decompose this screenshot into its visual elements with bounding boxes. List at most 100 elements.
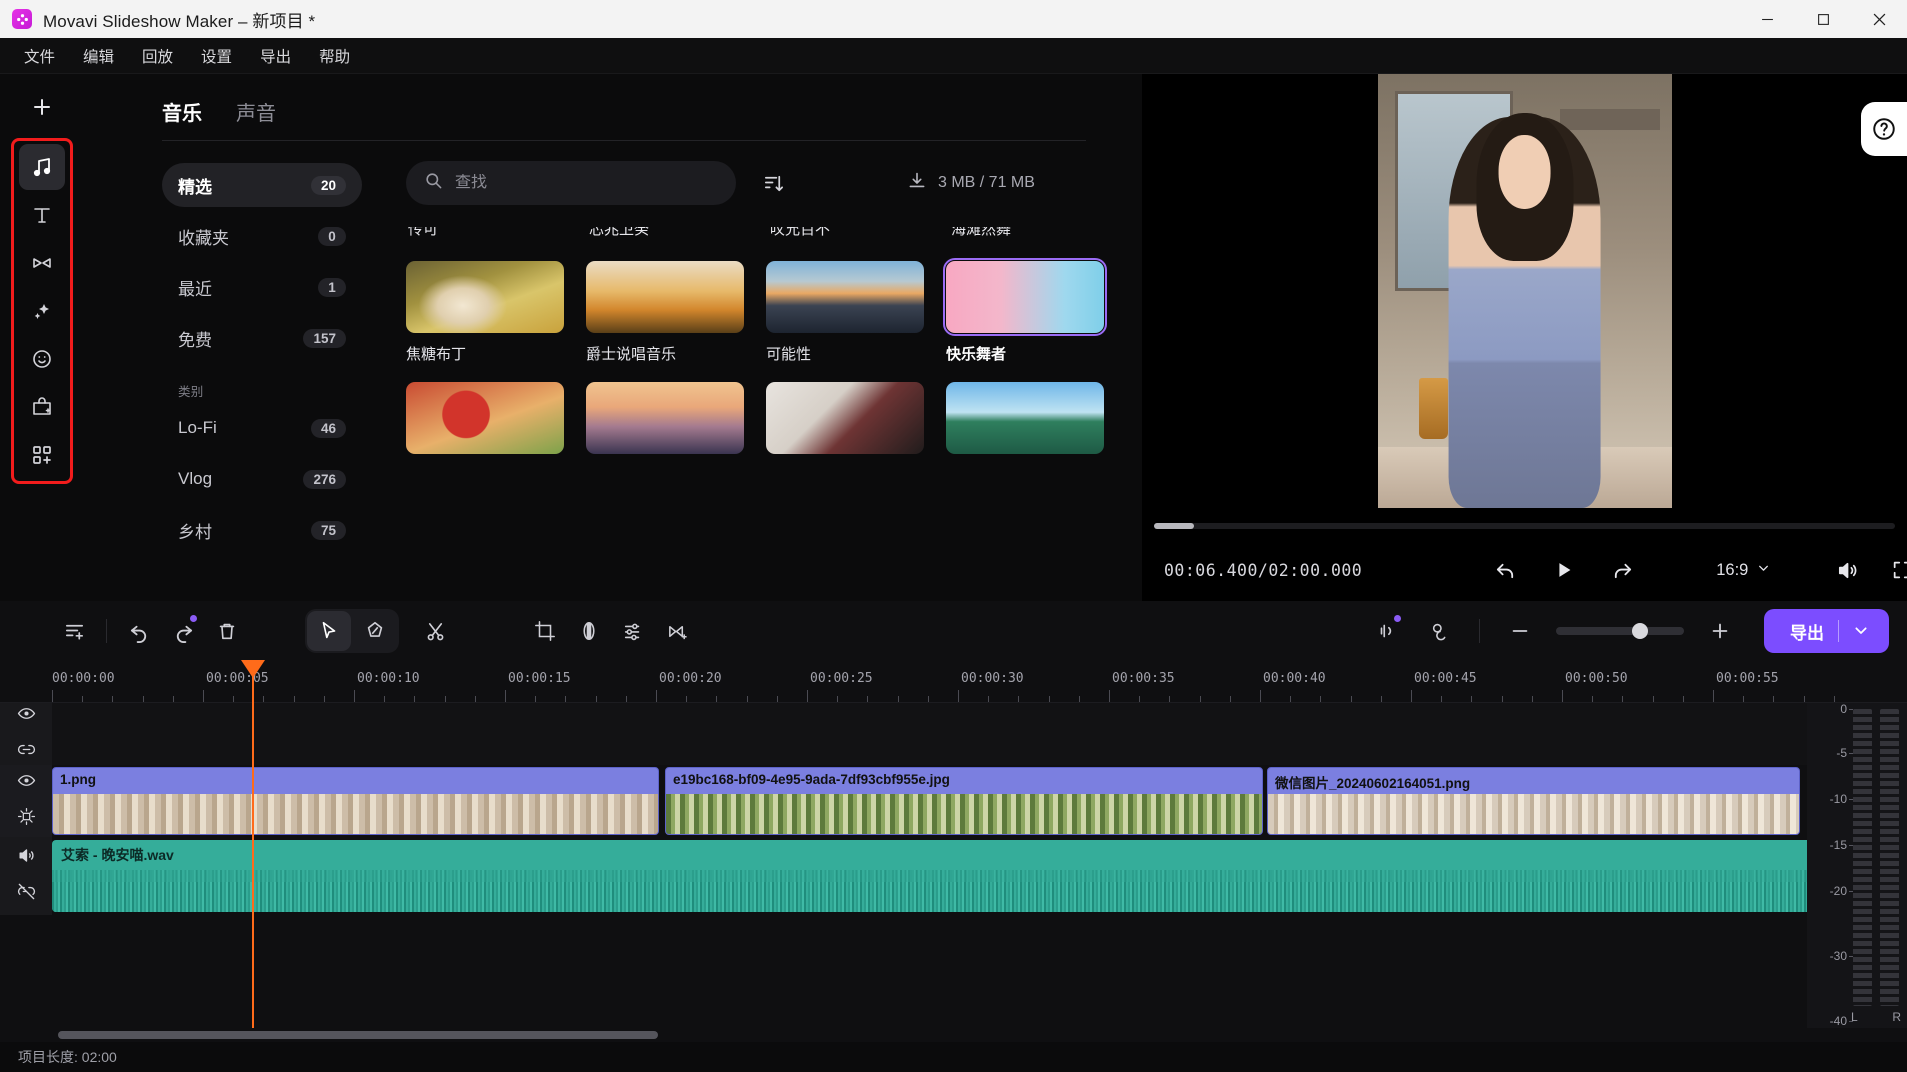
music-thumbnail[interactable] (946, 382, 1104, 454)
eye-icon[interactable] (17, 771, 36, 795)
sidebar-item-music[interactable] (19, 144, 65, 190)
export-chevron-down-icon[interactable] (1853, 623, 1883, 639)
timeline-clip[interactable]: e19bc168-bf09-4e95-9ada-7df93cbf955e.jpg (665, 767, 1263, 835)
ruler-minor-tick (716, 696, 717, 702)
music-thumbnail[interactable] (766, 382, 924, 454)
add-track-button[interactable] (52, 611, 96, 651)
detach-audio-button[interactable] (1365, 611, 1409, 651)
delete-button[interactable] (205, 611, 249, 651)
timeline-clip[interactable]: 微信图片_20240602164051.png (1267, 767, 1800, 835)
marker-tool-button[interactable] (353, 611, 397, 651)
category-free[interactable]: 免费 157 (162, 316, 362, 360)
volume-icon[interactable] (1836, 559, 1859, 582)
export-button[interactable]: 导出 (1764, 609, 1889, 653)
timeline-clip[interactable]: 1.png (52, 767, 659, 835)
music-thumbnail[interactable] (946, 261, 1104, 333)
music-tile[interactable]: 焦糖布丁 (406, 261, 564, 364)
crop-button[interactable] (523, 611, 567, 651)
search-box[interactable] (406, 161, 736, 205)
sort-button[interactable] (762, 172, 785, 195)
add-media-button[interactable] (21, 86, 63, 128)
unlink-icon[interactable] (17, 882, 36, 906)
music-thumbnail[interactable] (406, 261, 564, 333)
sidebar-item-transitions[interactable] (19, 240, 65, 286)
menu-playback[interactable]: 回放 (128, 40, 187, 72)
preview-stage[interactable] (1142, 74, 1907, 517)
preview-scrubber[interactable] (1142, 517, 1907, 539)
menu-file[interactable]: 文件 (10, 40, 69, 72)
maximize-button[interactable] (1795, 0, 1851, 38)
music-tile-selected[interactable]: 快乐舞者 (946, 261, 1104, 364)
category-recent[interactable]: 最近 1 (162, 265, 362, 309)
pointer-tool-button[interactable] (307, 611, 351, 651)
transition-button[interactable] (655, 611, 699, 651)
scrollbar-thumb[interactable] (58, 1031, 658, 1039)
ruler-tick-label: 00:00:00 (52, 671, 115, 686)
menu-help[interactable]: 帮助 (305, 40, 364, 72)
ruler-tick-label: 00:00:55 (1716, 671, 1779, 686)
music-thumbnail[interactable] (406, 382, 564, 454)
download-status-text: 3 MB / 71 MB (938, 174, 1035, 192)
menu-edit[interactable]: 编辑 (69, 40, 128, 72)
sidebar-item-more[interactable] (19, 432, 65, 478)
timeline-ruler[interactable]: 00:00:00 00:00:05 00:00:10 00:00:15 00:0… (0, 661, 1907, 703)
category-country[interactable]: 乡村 75 (162, 508, 362, 552)
category-lofi[interactable]: Lo-Fi 46 (162, 406, 362, 450)
aspect-ratio-selector[interactable]: 16:9 (1716, 561, 1770, 580)
menu-export[interactable]: 导出 (246, 40, 305, 72)
sidebar-item-filters[interactable] (19, 288, 65, 334)
zoom-in-button[interactable] (1698, 611, 1742, 651)
sidebar-item-store[interactable] (19, 384, 65, 430)
eye-icon[interactable] (17, 704, 36, 728)
previous-button[interactable] (1494, 559, 1517, 582)
speaker-icon[interactable] (17, 846, 36, 870)
track-body-audio[interactable]: 艾索 - 晚安喵.wav (52, 837, 1907, 915)
zoom-out-button[interactable] (1498, 611, 1542, 651)
help-button[interactable] (1861, 102, 1907, 156)
category-favorites[interactable]: 收藏夹 0 (162, 214, 362, 258)
audio-clip[interactable]: 艾索 - 晚安喵.wav (52, 840, 1824, 912)
cut-button[interactable] (413, 611, 457, 651)
music-tile[interactable]: 爵士说唱音乐 (586, 261, 744, 364)
scrubber-progress[interactable] (1154, 523, 1194, 529)
adjust-button[interactable] (611, 611, 655, 651)
undo-button[interactable] (117, 611, 161, 651)
track-body-overlay[interactable] (52, 703, 1907, 765)
music-thumbnail[interactable] (586, 382, 744, 454)
track-header-audio (0, 837, 52, 915)
timeline-horizontal-scrollbar[interactable] (0, 1028, 1807, 1042)
sidebar-item-titles[interactable] (19, 192, 65, 238)
timeline-toolbar: 导出 (0, 601, 1907, 661)
zoom-slider[interactable] (1556, 627, 1684, 635)
play-button[interactable] (1553, 559, 1575, 581)
color-button[interactable] (567, 611, 611, 651)
category-featured[interactable]: 精选 20 (162, 163, 362, 207)
category-count: 46 (311, 419, 346, 438)
music-thumbnail[interactable] (766, 261, 924, 333)
music-tile[interactable] (946, 382, 1104, 454)
timeline-playhead[interactable] (252, 661, 254, 1028)
link-button[interactable] (1419, 611, 1463, 651)
category-vlog[interactable]: Vlog 276 (162, 457, 362, 501)
menu-settings[interactable]: 设置 (187, 40, 246, 72)
music-tile[interactable]: 可能性 (766, 261, 924, 364)
link-icon[interactable] (17, 740, 36, 764)
redo-button[interactable] (161, 611, 205, 651)
music-thumbnail[interactable] (586, 261, 744, 333)
close-button[interactable] (1851, 0, 1907, 38)
scrubber-track[interactable] (1154, 523, 1895, 529)
track-body-video[interactable]: 1.png e19bc168-bf09-4e95-9ada-7df93cbf95… (52, 765, 1907, 837)
tab-sounds[interactable]: 声音 (236, 97, 276, 136)
music-tile[interactable] (766, 382, 924, 454)
search-input[interactable] (455, 174, 718, 192)
tab-music[interactable]: 音乐 (162, 97, 202, 136)
effects-icon[interactable] (17, 807, 36, 831)
next-button[interactable] (1611, 559, 1634, 582)
fullscreen-icon[interactable] (1891, 559, 1907, 581)
minimize-button[interactable] (1739, 0, 1795, 38)
music-tile[interactable] (406, 382, 564, 454)
zoom-slider-handle[interactable] (1632, 623, 1648, 639)
browser-content-toolbar: 3 MB / 71 MB (406, 161, 1102, 205)
sidebar-item-stickers[interactable] (19, 336, 65, 382)
music-tile[interactable] (586, 382, 744, 454)
